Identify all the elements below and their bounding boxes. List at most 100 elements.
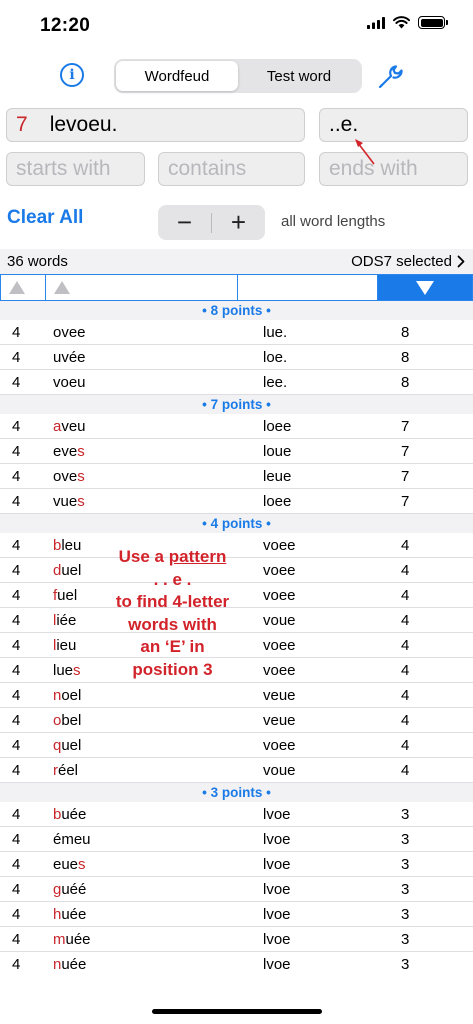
word-row[interactable]: 4 voeu lee. 8 xyxy=(0,370,473,395)
word-points: 4 xyxy=(401,661,410,679)
word-row[interactable]: 4 muée lvoe 3 xyxy=(0,927,473,952)
dictionary-label: ODS7 selected xyxy=(351,253,452,270)
word-length: 4 xyxy=(12,536,21,554)
word-count: 36 words xyxy=(7,253,68,270)
letters-input[interactable]: 7 levoeu. xyxy=(6,108,305,142)
contains-input[interactable]: contains xyxy=(158,152,305,186)
word-points: 4 xyxy=(401,686,410,704)
word-row[interactable]: 4 oves leue 7 xyxy=(0,464,473,489)
word-row[interactable]: 4 ovee lue. 8 xyxy=(0,320,473,345)
word-points: 3 xyxy=(401,930,410,948)
word-row[interactable]: 4 obel veue 4 xyxy=(0,708,473,733)
word-points: 4 xyxy=(401,636,410,654)
annotation-arrow-icon xyxy=(355,139,375,165)
word-length: 4 xyxy=(12,956,21,973)
word-row[interactable]: 4 émeu lvoe 3 xyxy=(0,827,473,852)
word-letters: émeu xyxy=(53,830,91,848)
word-length: 4 xyxy=(12,373,21,391)
word-points: 7 xyxy=(401,442,410,460)
info-icon[interactable]: i xyxy=(60,63,84,87)
word-points: 4 xyxy=(401,586,410,604)
dictionary-selector[interactable]: ODS7 selected xyxy=(351,253,465,270)
word-row[interactable]: 4 quel voee 4 xyxy=(0,733,473,758)
status-icons xyxy=(367,16,448,29)
sort-by-length[interactable] xyxy=(1,275,46,300)
word-row[interactable]: 4 vues loee 7 xyxy=(0,489,473,514)
letters-count: 7 xyxy=(16,113,28,136)
remaining-letters: loee xyxy=(263,492,292,510)
remaining-letters: lee. xyxy=(263,373,288,391)
word-points: 3 xyxy=(401,855,410,873)
word: ovee xyxy=(53,324,263,341)
word-row[interactable]: 4 eves loue 7 xyxy=(0,439,473,464)
word-letters: uée xyxy=(65,930,91,948)
word-row[interactable]: 4 réel voue 4 xyxy=(0,758,473,783)
word: obel xyxy=(53,712,263,729)
home-indicator[interactable] xyxy=(152,1009,322,1014)
status-time: 12:20 xyxy=(40,15,91,36)
word: buée xyxy=(53,806,263,823)
word: voeu xyxy=(53,374,263,391)
word-points: 7 xyxy=(401,467,410,485)
word-row[interactable]: 4 uvée loe. 8 xyxy=(0,345,473,370)
word-length: 4 xyxy=(12,880,21,898)
word-row[interactable]: 4 guéé lvoe 3 xyxy=(0,877,473,902)
starts-with-input[interactable]: starts with xyxy=(6,152,145,186)
word-length: 4 xyxy=(12,711,21,729)
word: émeu xyxy=(53,831,263,848)
remaining-letters: lvoe xyxy=(263,956,291,973)
wrench-icon[interactable] xyxy=(374,62,406,90)
ends-with-input[interactable]: ends with xyxy=(319,152,468,186)
word-length: 4 xyxy=(12,561,21,579)
word-row[interactable]: 4 nuée lvoe 3 xyxy=(0,952,473,977)
word-length: 4 xyxy=(12,442,21,460)
clear-all-button[interactable]: Clear All xyxy=(7,207,83,229)
word: eves xyxy=(53,443,263,460)
word-letters: ovee xyxy=(53,323,86,341)
word-length: 4 xyxy=(12,467,21,485)
word-length: 4 xyxy=(12,323,21,341)
sort-descending-icon xyxy=(416,280,434,295)
word-row[interactable]: 4 huée lvoe 3 xyxy=(0,902,473,927)
word-points: 3 xyxy=(401,880,410,898)
results-summary: 36 words ODS7 selected xyxy=(0,249,473,274)
word-length-label: all word lengths xyxy=(281,213,386,230)
word-points: 4 xyxy=(401,761,410,779)
decrement-button[interactable]: − xyxy=(158,205,211,240)
group-header: • 4 points • xyxy=(0,514,473,533)
word-row[interactable]: 4 noel veue 4 xyxy=(0,683,473,708)
sort-by-word[interactable] xyxy=(46,275,238,300)
remaining-letters: voue xyxy=(263,761,296,779)
word: réel xyxy=(53,762,263,779)
mode-segmented-control: Wordfeud Test word xyxy=(114,59,362,93)
remaining-letters: voee xyxy=(263,736,296,754)
word-row[interactable]: 4 eues lvoe 3 xyxy=(0,852,473,877)
header: i Wordfeud Test word xyxy=(0,52,473,98)
word-letters: oel xyxy=(61,686,82,704)
remaining-letters: veue xyxy=(263,711,296,729)
annotation-line1-prefix: Use a xyxy=(118,547,169,566)
remaining-letters: leue xyxy=(263,467,292,485)
word-row[interactable]: 4 buée lvoe 3 xyxy=(0,802,473,827)
remaining-letters: voee xyxy=(263,536,296,554)
word-points: 4 xyxy=(401,536,410,554)
tab-wordfeud[interactable]: Wordfeud xyxy=(116,61,238,91)
sort-by-remaining[interactable] xyxy=(238,275,378,300)
sort-by-points[interactable] xyxy=(378,275,472,300)
word-letters: uel xyxy=(61,561,82,579)
pattern-input[interactable]: ..e. xyxy=(319,108,468,142)
annotation-line5: an ‘E’ in xyxy=(140,637,205,656)
word-row[interactable]: 4 aveu loee 7 xyxy=(0,414,473,439)
word: aveu xyxy=(53,418,263,435)
word-length: 4 xyxy=(12,905,21,923)
word-points: 3 xyxy=(401,905,410,923)
remaining-letters: lvoe xyxy=(263,830,291,848)
increment-button[interactable]: + xyxy=(212,205,265,240)
word: vues xyxy=(53,493,263,510)
word-points: 4 xyxy=(401,611,410,629)
annotation-line1-underlined: pattern xyxy=(168,547,227,566)
added-letter: s xyxy=(77,492,85,510)
tab-test-word[interactable]: Test word xyxy=(238,61,360,91)
word-length: 4 xyxy=(12,636,21,654)
word-points: 4 xyxy=(401,711,410,729)
